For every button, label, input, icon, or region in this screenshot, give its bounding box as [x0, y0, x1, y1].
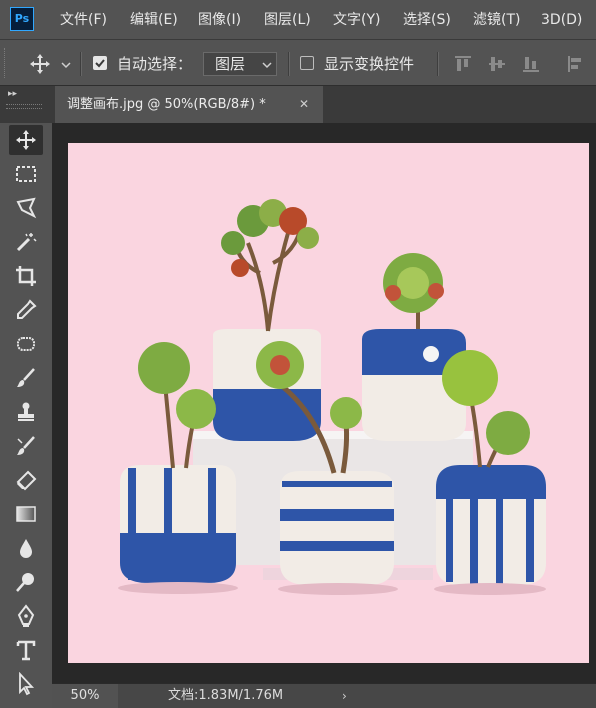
magic-wand-tool[interactable]	[9, 227, 43, 257]
collapse-panel-icon[interactable]: ▸▸	[8, 89, 17, 99]
pen-tool[interactable]	[9, 601, 43, 631]
brush-tool[interactable]	[9, 363, 43, 393]
checkmark-icon	[95, 59, 105, 68]
eyedropper-tool[interactable]	[9, 295, 43, 325]
clone-stamp-icon	[18, 402, 34, 421]
eraser-tool[interactable]	[9, 465, 43, 495]
menu-file[interactable]: 文件(F)	[60, 0, 107, 40]
align-top-edges-icon[interactable]	[454, 55, 472, 73]
menu-type[interactable]: 文字(Y)	[333, 0, 380, 40]
auto-select-target-dropdown[interactable]: 图层	[203, 52, 277, 76]
auto-select-checkbox[interactable]	[93, 56, 107, 70]
menu-bar: Ps 文件(F) 编辑(E) 图像(I) 图层(L) 文字(Y) 选择(S) 滤…	[0, 0, 596, 40]
blur-icon	[20, 539, 32, 558]
rectangular-marquee-icon	[16, 166, 36, 182]
close-tab-icon[interactable]: ✕	[299, 86, 309, 123]
document-size-info: 文档:1.83M/1.76M	[168, 688, 284, 703]
tool-preset-picker[interactable]	[28, 52, 74, 76]
status-bar: 50% 文档:1.83M/1.76M ›	[52, 683, 596, 708]
align-left-edges-icon[interactable]	[567, 55, 585, 73]
menu-filter[interactable]: 滤镜(T)	[473, 0, 520, 40]
lasso-icon	[16, 197, 37, 219]
document-canvas[interactable]	[68, 143, 589, 663]
type-tool[interactable]	[9, 635, 43, 665]
move-tool[interactable]	[9, 125, 43, 155]
chevron-down-icon	[262, 62, 272, 69]
type-icon	[16, 640, 36, 661]
options-divider	[437, 52, 439, 76]
show-transform-checkbox[interactable]	[300, 56, 314, 70]
gradient-tool[interactable]	[9, 499, 43, 529]
move-tool-icon	[16, 130, 36, 150]
photoshop-logo: Ps	[10, 7, 34, 31]
photo-succulents-in-pots	[118, 199, 546, 595]
menu-edit[interactable]: 编辑(E)	[130, 0, 178, 40]
crop-icon	[16, 266, 36, 286]
healing-brush-icon	[17, 337, 35, 351]
options-bar	[0, 40, 596, 86]
lasso-tool[interactable]	[9, 193, 43, 223]
chevron-down-icon	[61, 62, 71, 69]
menu-layer[interactable]: 图层(L)	[264, 0, 311, 40]
tools-panel	[0, 123, 52, 708]
history-brush-tool[interactable]	[9, 431, 43, 461]
auto-select-label: 自动选择：	[117, 55, 193, 73]
history-brush-icon	[17, 436, 35, 455]
toolbar-grip[interactable]	[6, 104, 42, 109]
menu-image[interactable]: 图像(I)	[198, 0, 241, 40]
dropdown-value: 图层	[215, 55, 246, 73]
document-tab-title: 调整画布.jpg @ 50%(RGB/8#) *	[67, 97, 266, 112]
crop-tool[interactable]	[9, 261, 43, 291]
eraser-icon	[16, 470, 37, 491]
menu-select[interactable]: 选择(S)	[403, 0, 451, 40]
clone-stamp-tool[interactable]	[9, 397, 43, 427]
document-tab[interactable]: 调整画布.jpg @ 50%(RGB/8#) * ✕	[55, 86, 323, 123]
align-bottom-edges-icon[interactable]	[522, 55, 540, 73]
path-selection-icon	[19, 672, 35, 696]
options-bar-grip[interactable]	[4, 48, 8, 78]
show-transform-label: 显示变换控件	[324, 55, 415, 73]
eyedropper-icon	[17, 299, 37, 319]
align-vertical-centers-icon[interactable]	[488, 55, 506, 73]
dodge-tool[interactable]	[9, 567, 43, 597]
dodge-icon	[16, 573, 34, 592]
move-tool-icon	[30, 54, 50, 74]
path-selection-tool[interactable]	[9, 669, 43, 699]
status-menu-arrow-icon[interactable]: ›	[342, 684, 347, 708]
healing-brush-tool[interactable]	[9, 329, 43, 359]
menu-3d[interactable]: 3D(D)	[541, 0, 582, 40]
blur-tool[interactable]	[9, 533, 43, 563]
magic-wand-icon	[16, 233, 37, 252]
pen-icon	[17, 604, 35, 627]
rectangular-marquee-tool[interactable]	[9, 159, 43, 189]
brush-icon	[17, 368, 35, 387]
options-divider	[80, 52, 82, 76]
gradient-icon	[16, 506, 36, 522]
zoom-level-field[interactable]: 50%	[52, 684, 118, 708]
options-divider	[288, 52, 290, 76]
